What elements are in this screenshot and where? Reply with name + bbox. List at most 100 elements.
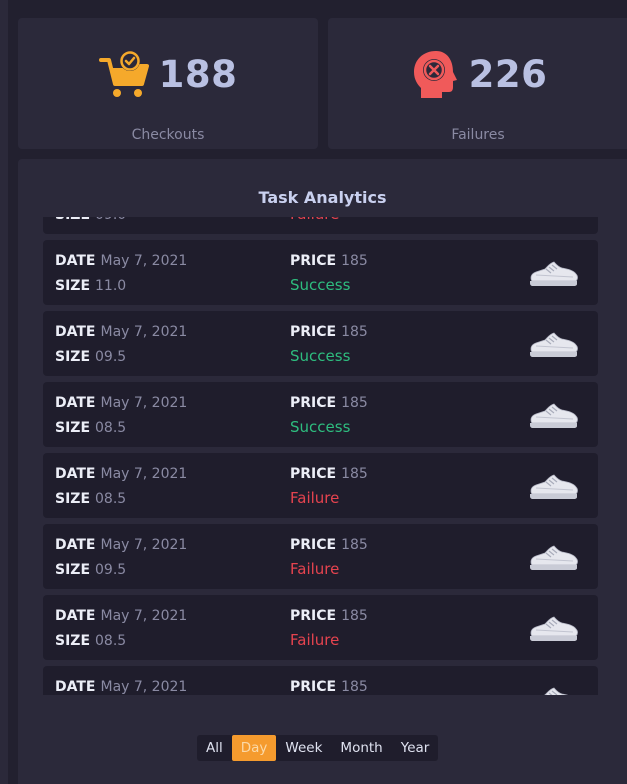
left-panel-edge [0,0,8,784]
price-label: PRICE [290,395,337,411]
task-row[interactable]: DATEMay 7, 2021 SIZE08.5 PRICE185 Failur… [43,666,598,695]
task-size: SIZE 08.5 [55,418,126,437]
date-value: May 7, 2021 [100,466,188,482]
task-date: DATE May 7, 2021 [55,322,187,341]
size-label: SIZE [55,491,91,507]
price-value: 185 [341,324,368,340]
failures-stat-row: 226 [328,48,627,100]
size-value: 08.5 [95,633,127,649]
task-status: Success [290,418,351,436]
failures-card: 226 Failures [328,18,627,149]
date-label: DATE [55,679,96,695]
task-status: Success [290,276,351,294]
task-date: DATE May 7, 2021 [55,677,187,695]
task-row[interactable]: DATEMay 7, 2021 SIZE08.5 PRICE185 Failur… [43,453,598,518]
task-row[interactable]: DATEMay 7, 2021 SIZE08.5 PRICE185 Failur… [43,595,598,660]
task-price: PRICE 185 [290,322,368,341]
task-analytics-panel: Task Analytics DATEMay 7, 2021 SIZE09.0 … [18,159,627,784]
size-label: SIZE [55,349,91,365]
task-price: PRICE 185 [290,251,368,270]
task-row[interactable]: DATE May 7, 2021 SIZE 11.0 PRICE 185 Succes… [43,240,598,305]
task-size: SIZE 09.0 [55,217,126,224]
task-row[interactable]: DATE May 7, 2021 SIZE 08.5 PRICE 185 Succes… [43,382,598,447]
task-size: SIZE 11.0 [55,276,126,295]
sneaker-icon [530,261,578,286]
price-label: PRICE [290,608,337,624]
size-label: SIZE [55,278,91,294]
task-status: Failure [290,560,340,578]
filter-all-button[interactable]: All [197,735,232,761]
task-date: DATE May 7, 2021 [55,606,187,625]
task-size: SIZE 09.5 [55,560,126,579]
time-filter-bar: All Day Week Month Year [197,735,439,761]
checkouts-count: 188 [158,52,238,96]
task-date: DATE May 7, 2021 [55,393,187,412]
sneaker-icon [530,545,578,570]
task-size: SIZE 08.5 [55,631,126,650]
date-value: May 7, 2021 [100,537,188,553]
shopping-cart-check-icon [98,51,149,97]
price-label: PRICE [290,537,337,553]
date-label: DATE [55,324,96,340]
size-label: SIZE [55,633,91,649]
date-label: DATE [55,537,96,553]
task-list: DATEMay 7, 2021 SIZE09.0 PRICE185 Failur… [43,217,598,695]
size-value: 11.0 [95,278,127,294]
task-price: PRICE 185 [290,606,368,625]
price-value: 185 [341,679,368,695]
size-label: SIZE [55,420,91,436]
price-label: PRICE [290,324,337,340]
price-value: 185 [341,537,368,553]
sneaker-icon [543,687,569,695]
date-value: May 7, 2021 [100,608,188,624]
price-value: 185 [341,253,368,269]
date-label: DATE [55,253,96,269]
failures-count: 226 [468,52,548,96]
date-value: May 7, 2021 [100,253,188,269]
task-status: Failure [290,217,339,223]
checkouts-label: Checkouts [131,127,205,143]
price-label: PRICE [290,466,337,482]
size-value: 08.5 [95,491,127,507]
date-value: May 7, 2021 [100,679,188,695]
checkouts-stat-row: 188 [18,48,318,100]
date-label: DATE [55,466,96,482]
task-row[interactable]: DATEMay 7, 2021 SIZE09.0 PRICE185 Failur… [43,217,598,234]
price-value: 185 [341,608,368,624]
price-value: 185 [341,466,368,482]
filter-week-button[interactable]: Week [276,735,331,761]
size-label: SIZE [55,217,90,223]
size-value: 09.5 [95,562,127,578]
price-label: PRICE [290,679,337,695]
task-status: Failure [290,489,340,507]
price-value: 185 [341,395,368,411]
date-label: DATE [55,608,96,624]
task-date: DATE May 7, 2021 [55,464,187,483]
size-label: SIZE [55,562,91,578]
size-value: 09.0 [95,217,126,223]
task-price: PRICE 185 [290,677,368,695]
failures-label: Failures [451,127,505,143]
task-date: DATE May 7, 2021 [55,251,187,270]
filter-month-button[interactable]: Month [331,735,391,761]
task-price: PRICE 185 [290,535,368,554]
checkouts-card: 188 Checkouts [18,18,318,149]
filter-day-button[interactable]: Day [231,735,277,761]
sneaker-icon [530,332,578,357]
sneaker-icon [530,616,578,641]
task-date: DATE May 7, 2021 [55,535,187,554]
price-label: PRICE [290,253,337,269]
date-value: May 7, 2021 [100,324,188,340]
sneaker-icon [530,403,578,428]
task-row[interactable]: DATE May 7, 2021 SIZE 09.5 PRICE 185 Succes… [43,311,598,376]
task-list-scroll[interactable]: DATEMay 7, 2021 SIZE09.0 PRICE185 Failur… [43,217,598,695]
filter-year-button[interactable]: Year [392,735,439,761]
panel-title: Task Analytics [258,188,387,207]
date-value: May 7, 2021 [100,395,188,411]
head-x-icon [413,51,457,98]
date-label: DATE [55,395,96,411]
size-value: 08.5 [95,420,127,436]
sneaker-icon [530,474,578,499]
task-row[interactable]: DATE May 7, 2021 SIZE 09.5 PRICE 185 Failur… [43,524,598,589]
task-status: Failure [290,631,340,649]
